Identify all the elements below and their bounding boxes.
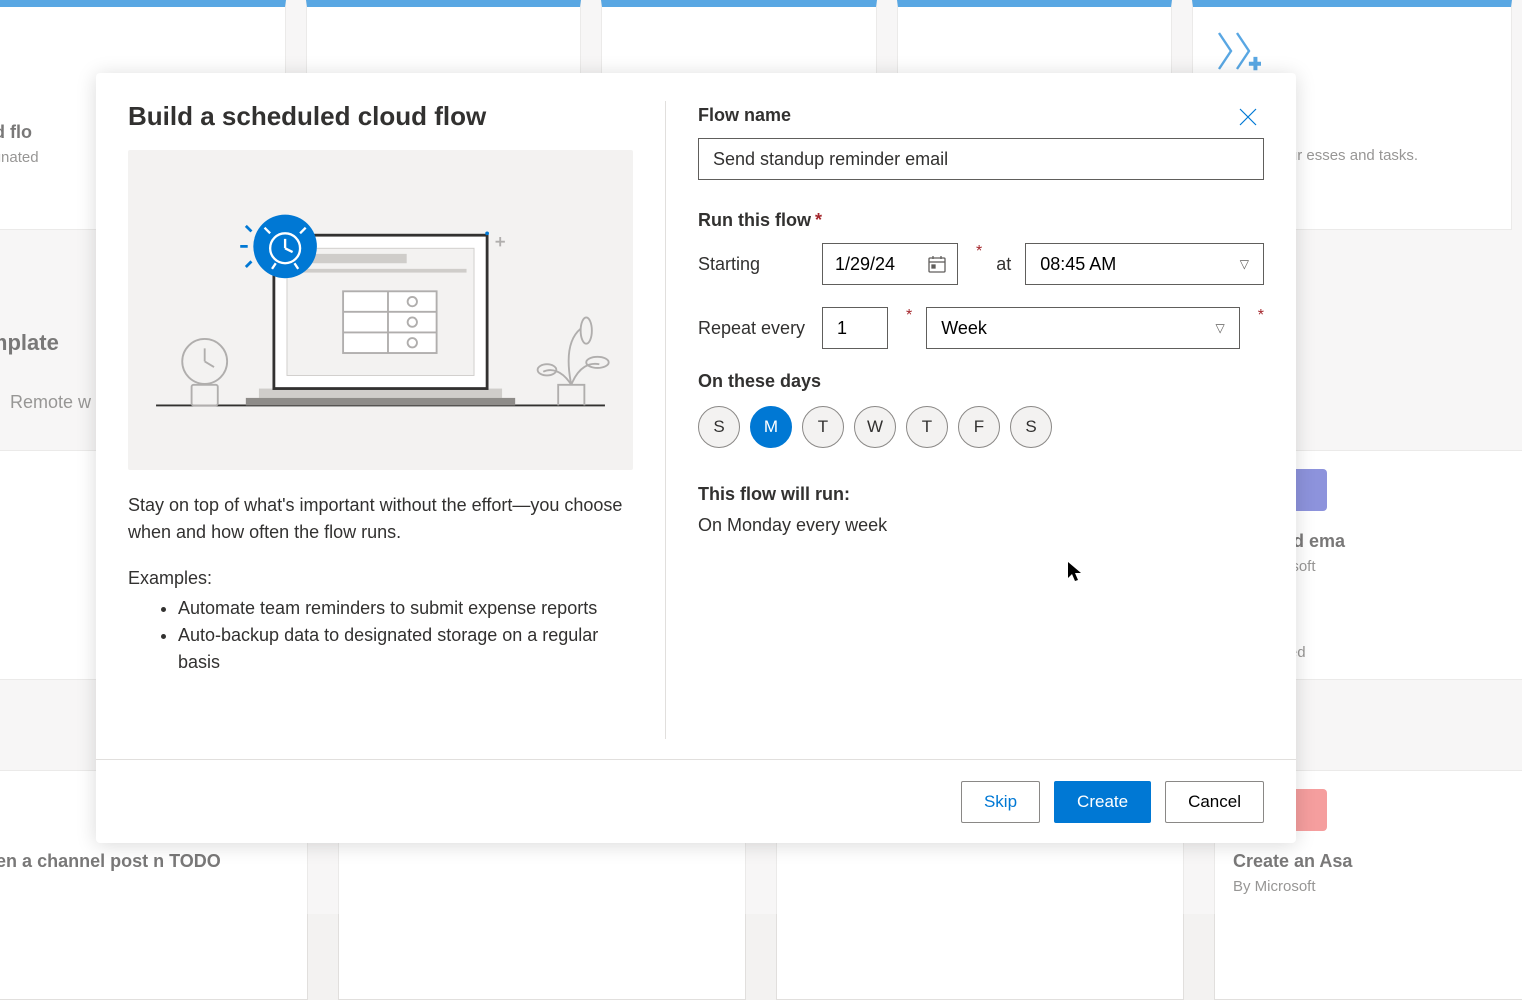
summary-text: On Monday every week: [698, 515, 1264, 536]
starting-label: Starting: [698, 254, 808, 275]
run-flow-label: Run this flow*: [698, 210, 1264, 231]
repeat-count-input[interactable]: [822, 307, 888, 349]
chevron-down-icon: ▽: [1216, 321, 1225, 335]
day-thursday[interactable]: T: [906, 406, 948, 448]
day-wednesday[interactable]: W: [854, 406, 896, 448]
day-saturday[interactable]: S: [1010, 406, 1052, 448]
repeat-label: Repeat every: [698, 318, 808, 339]
start-date-input[interactable]: 1/29/24: [822, 243, 958, 285]
create-button[interactable]: Create: [1054, 781, 1151, 823]
at-label: at: [996, 254, 1011, 275]
examples-list: Automate team reminders to submit expens…: [128, 595, 633, 676]
modal-left-panel: Build a scheduled cloud flow: [128, 101, 666, 739]
day-tuesday[interactable]: T: [802, 406, 844, 448]
example-item: Auto-backup data to designated storage o…: [178, 622, 633, 676]
modal-right-panel: Flow name Run this flow* Starting 1/29/2…: [666, 101, 1264, 739]
summary-label: This flow will run:: [698, 484, 1264, 505]
calendar-icon: [927, 254, 947, 274]
days-label: On these days: [698, 371, 1264, 392]
modal-title: Build a scheduled cloud flow: [128, 101, 633, 132]
start-time-select[interactable]: 08:45 AM ▽: [1025, 243, 1264, 285]
skip-button[interactable]: Skip: [961, 781, 1040, 823]
scheduled-flow-modal: Build a scheduled cloud flow: [96, 73, 1296, 843]
flow-name-input[interactable]: [698, 138, 1264, 180]
close-icon: [1239, 108, 1257, 126]
days-selector: S M T W T F S: [698, 406, 1264, 448]
close-button[interactable]: [1236, 105, 1260, 129]
examples-label: Examples:: [128, 568, 633, 589]
day-monday[interactable]: M: [750, 406, 792, 448]
modal-description: Stay on top of what's important without …: [128, 492, 633, 546]
cancel-button[interactable]: Cancel: [1165, 781, 1264, 823]
modal-footer: Skip Create Cancel: [96, 759, 1296, 843]
day-friday[interactable]: F: [958, 406, 1000, 448]
example-item: Automate team reminders to submit expens…: [178, 595, 633, 622]
chevron-down-icon: ▽: [1240, 257, 1249, 271]
day-sunday[interactable]: S: [698, 406, 740, 448]
illustration: [128, 150, 633, 470]
flow-name-label: Flow name: [698, 105, 1264, 126]
repeat-unit-select[interactable]: Week ▽: [926, 307, 1240, 349]
